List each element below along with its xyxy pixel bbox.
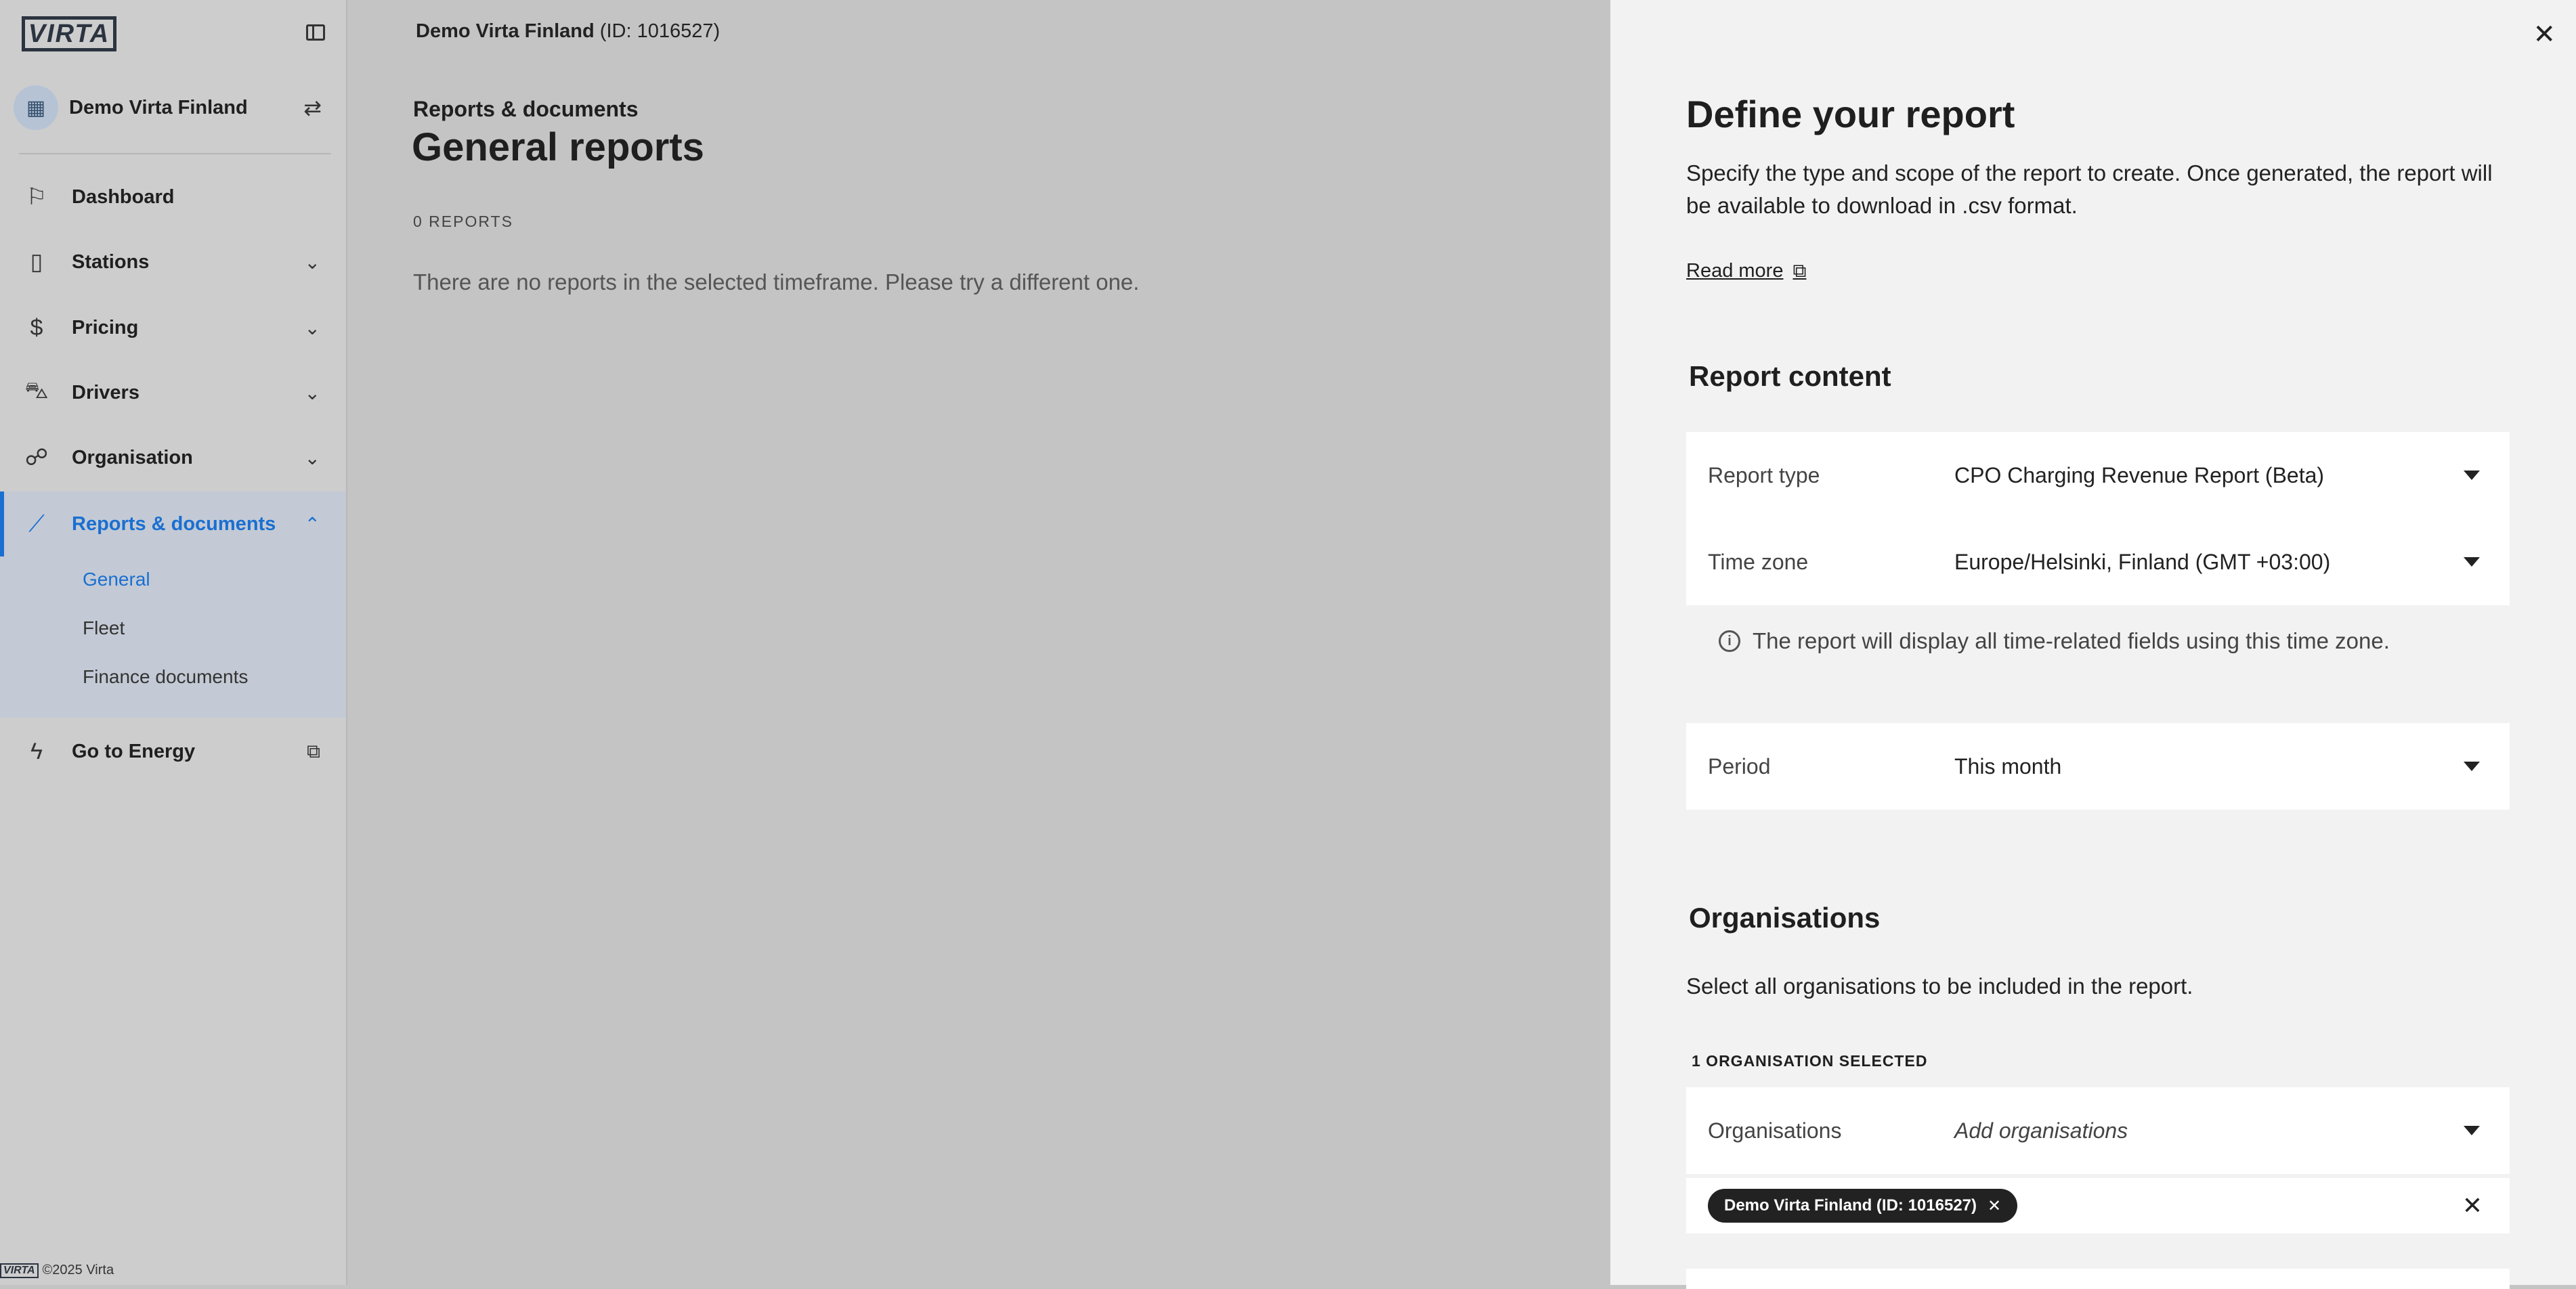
caret-down-icon bbox=[2464, 762, 2480, 771]
chevron-up-icon: ⌃ bbox=[304, 513, 320, 535]
organisation-icon: ☍ bbox=[24, 445, 49, 471]
time-zone-select[interactable]: Time zone Europe/Helsinki, Finland (GMT … bbox=[1686, 519, 2510, 605]
org-chip-label: Demo Virta Finland (ID: 1016527) bbox=[1724, 1196, 1977, 1215]
org-breadcrumb: Demo Virta Finland (ID: 1016527) bbox=[416, 20, 720, 43]
period-value: This month bbox=[1954, 753, 2062, 779]
virta-logo[interactable]: VIRTA bbox=[22, 16, 116, 51]
report-type-label: Report type bbox=[1708, 462, 1820, 487]
remove-chip-icon[interactable]: ✕ bbox=[1988, 1196, 2001, 1216]
section-label: Reports & documents bbox=[413, 97, 639, 121]
page-title: General reports bbox=[412, 125, 704, 169]
period-box: Period This month bbox=[1686, 723, 2510, 810]
driver-icon: ⛍ bbox=[24, 378, 49, 403]
report-content-box: Report type CPO Charging Revenue Report … bbox=[1686, 432, 2510, 605]
read-more-link[interactable]: Read more ⧉ bbox=[1686, 260, 1806, 282]
read-more-label: Read more bbox=[1686, 260, 1784, 282]
nav-item-go-to-energy[interactable]: ϟ Go to Energy ⧉ bbox=[0, 719, 346, 784]
pricing-icon: $ bbox=[30, 314, 43, 341]
divider bbox=[19, 153, 331, 154]
info-icon: i bbox=[1719, 630, 1740, 652]
clear-all-icon[interactable]: ✕ bbox=[2462, 1192, 2483, 1220]
organisations-box: Organisations Add organisations bbox=[1686, 1087, 2510, 1174]
close-icon[interactable]: ✕ bbox=[2533, 19, 2556, 50]
footer: VIRTA ©2025 Virta bbox=[0, 1263, 114, 1278]
dashboard-icon: ⚐ bbox=[26, 184, 47, 210]
collapse-sidebar-icon[interactable] bbox=[306, 24, 325, 41]
empty-message: There are no reports in the selected tim… bbox=[413, 269, 1140, 294]
nav-item-dashboard[interactable]: ⚐ Dashboard bbox=[0, 165, 346, 230]
report-type-select[interactable]: Report type CPO Charging Revenue Report … bbox=[1686, 432, 2510, 519]
sub-item-general[interactable]: General bbox=[83, 569, 150, 590]
nav-label: Organisation bbox=[72, 446, 193, 468]
lightning-icon: ϟ bbox=[30, 738, 43, 764]
nav-label: Drivers bbox=[72, 381, 139, 403]
external-link-icon: ⧉ bbox=[1793, 260, 1807, 281]
nav-label: Reports & documents bbox=[72, 512, 276, 535]
nav-label: Go to Energy bbox=[72, 740, 196, 762]
next-field-box bbox=[1686, 1269, 2510, 1289]
building-icon: ▦ bbox=[14, 85, 58, 130]
chevron-down-icon: ⌄ bbox=[304, 382, 320, 403]
organisations-heading: Organisations bbox=[1689, 902, 1881, 934]
time-zone-label: Time zone bbox=[1708, 549, 1809, 574]
organisations-label: Organisations bbox=[1708, 1118, 1842, 1143]
organisations-placeholder: Add organisations bbox=[1954, 1118, 2128, 1143]
organisations-select[interactable]: Organisations Add organisations bbox=[1686, 1087, 2510, 1174]
time-zone-value: Europe/Helsinki, Finland (GMT +03:00) bbox=[1954, 549, 2331, 574]
selected-count: 1 ORGANISATION SELECTED bbox=[1692, 1052, 1928, 1070]
org-switcher[interactable]: ▦ Demo Virta Finland ⇄ bbox=[14, 84, 332, 131]
nav-label: Stations bbox=[72, 250, 150, 273]
footer-logo: VIRTA bbox=[0, 1263, 39, 1278]
station-icon: ▯ bbox=[30, 249, 43, 275]
chevron-down-icon: ⌄ bbox=[304, 317, 320, 338]
caret-down-icon bbox=[2464, 557, 2480, 567]
nav-label: Dashboard bbox=[72, 185, 175, 208]
time-zone-info-text: The report will display all time-related… bbox=[1753, 628, 2390, 653]
external-link-icon: ⧉ bbox=[307, 740, 320, 762]
nav-label: Pricing bbox=[72, 316, 139, 338]
sidebar: VIRTA ▦ Demo Virta Finland ⇄ ⚐ Dashboard… bbox=[0, 0, 347, 1285]
nav-item-organisation[interactable]: ☍ Organisation ⌄ bbox=[0, 425, 346, 490]
reports-count: 0 REPORTS bbox=[413, 213, 513, 230]
period-label: Period bbox=[1708, 753, 1771, 779]
chevron-down-icon: ⌄ bbox=[304, 251, 320, 273]
org-breadcrumb-name: Demo Virta Finland bbox=[416, 20, 595, 42]
org-name: Demo Virta Finland bbox=[69, 96, 248, 118]
chart-icon: ⟋ bbox=[28, 510, 45, 537]
chevron-down-icon: ⌄ bbox=[304, 447, 320, 468]
nav-item-stations[interactable]: ▯ Stations ⌄ bbox=[0, 230, 346, 294]
report-content-heading: Report content bbox=[1689, 360, 1891, 392]
caret-down-icon bbox=[2464, 1126, 2480, 1135]
panel-title: Define your report bbox=[1686, 93, 2015, 135]
swap-icon[interactable]: ⇄ bbox=[303, 95, 322, 121]
sub-item-fleet[interactable]: Fleet bbox=[83, 617, 125, 639]
org-breadcrumb-id: (ID: 1016527) bbox=[599, 20, 721, 42]
nav-item-drivers[interactable]: ⛍ Drivers ⌄ bbox=[0, 360, 346, 425]
selected-organisations: Demo Virta Finland (ID: 1016527) ✕ ✕ bbox=[1686, 1178, 2510, 1233]
organisations-description: Select all organisations to be included … bbox=[1686, 974, 2193, 999]
sub-item-finance-documents[interactable]: Finance documents bbox=[83, 666, 248, 688]
nav-item-reports[interactable]: ⟋ Reports & documents ⌃ bbox=[0, 491, 346, 556]
nav-item-pricing[interactable]: $ Pricing ⌄ bbox=[0, 295, 346, 360]
org-chip[interactable]: Demo Virta Finland (ID: 1016527) ✕ bbox=[1708, 1189, 2018, 1223]
time-zone-info: i The report will display all time-relat… bbox=[1719, 628, 2390, 654]
report-type-value: CPO Charging Revenue Report (Beta) bbox=[1954, 462, 2325, 487]
caret-down-icon bbox=[2464, 471, 2480, 480]
define-report-panel: ✕ Define your report Specify the type an… bbox=[1610, 0, 2576, 1289]
copyright: ©2025 Virta bbox=[42, 1263, 114, 1277]
period-select[interactable]: Period This month bbox=[1686, 723, 2510, 810]
panel-description: Specify the type and scope of the report… bbox=[1686, 160, 2493, 218]
